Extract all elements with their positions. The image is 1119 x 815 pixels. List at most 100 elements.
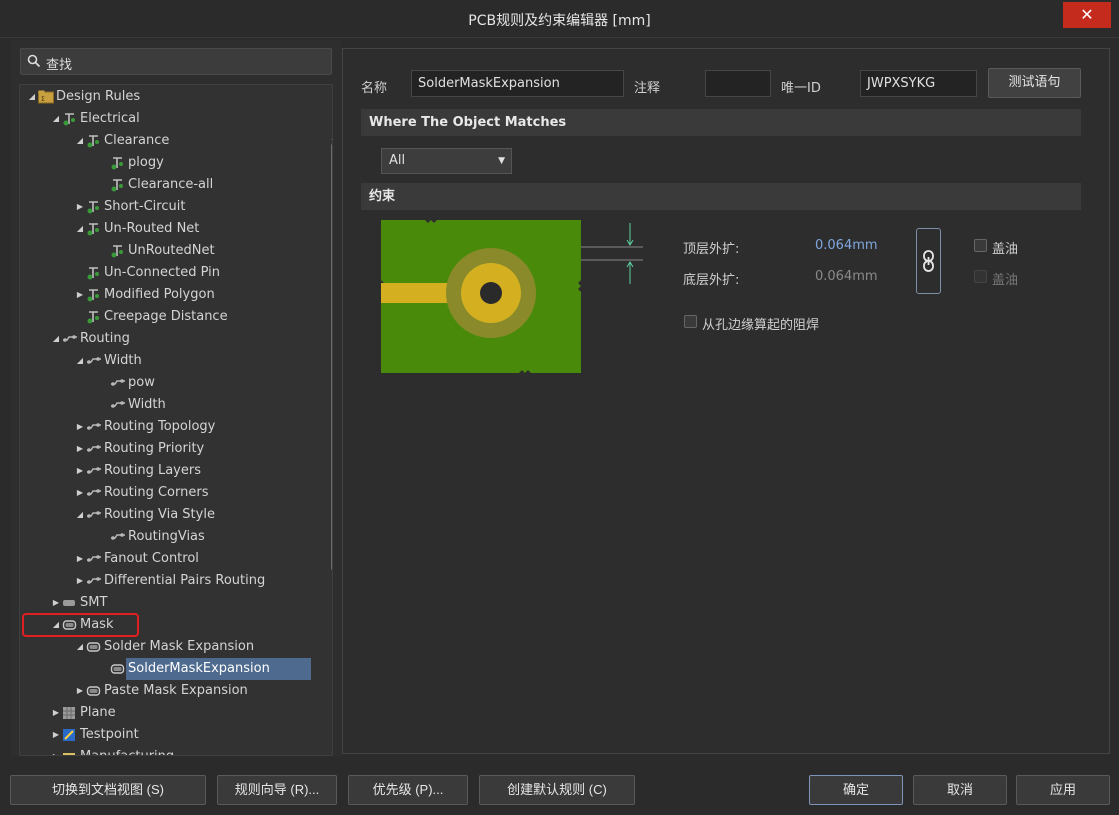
tree-item[interactable]: ▶ SMT [50,592,108,614]
tree-item[interactable]: ◢ Σ Design Rules [26,86,140,108]
tree-item[interactable]: ◢ Electrical [50,108,140,130]
collapse-arrow-icon[interactable]: ◢ [74,350,86,372]
tree-item[interactable]: SolderMaskExpansion [98,658,311,680]
tree-item[interactable]: ▶ Routing Topology [74,416,215,438]
top-expansion-value[interactable]: 0.064mm [815,238,878,253]
tree-item-label: Un-Routed Net [104,221,200,236]
ok-button[interactable]: 确定 [809,775,903,805]
rules-tree[interactable]: ▲ ▼ ◢ΣDesign Rules◢Electrical◢Clearancep… [19,84,333,756]
rule-wizard-button[interactable]: 规则向导 (R)... [217,775,337,805]
expand-arrow-icon[interactable]: ▶ [74,460,86,482]
collapse-arrow-icon[interactable]: ◢ [74,218,86,240]
collapse-arrow-icon[interactable]: ◢ [74,504,86,526]
tree-item[interactable]: plogy [98,152,164,174]
search-input[interactable]: 查找 [20,48,332,75]
bottom-expansion-value[interactable]: 0.064mm [815,269,878,284]
expand-arrow-icon[interactable]: ▶ [50,592,62,614]
tree-item[interactable]: Creepage Distance [74,306,228,328]
routing-rule-icon [86,570,104,592]
tree-item[interactable]: ◢ Solder Mask Expansion [74,636,254,658]
uid-field[interactable]: JWPXSYKG [860,70,977,97]
tree-item-label: Routing Corners [104,485,209,500]
tree-item[interactable]: ▶ Routing Layers [74,460,201,482]
chain-link-icon [923,250,934,272]
tent-bottom-checkbox[interactable] [974,270,987,283]
tree-item[interactable]: RoutingVias [98,526,205,548]
tree-item[interactable]: ▶ Differential Pairs Routing [74,570,265,592]
tree-item[interactable]: ◢ Width [74,350,142,372]
tree-item[interactable]: ▶ Testpoint [50,724,139,746]
expand-arrow-icon[interactable]: ▶ [74,570,86,592]
scroll-thumb[interactable] [331,143,332,571]
from-hole-edge-checkbox[interactable] [684,315,697,328]
expand-arrow-icon[interactable]: ▶ [74,416,86,438]
expand-arrow-icon[interactable]: ▶ [74,438,86,460]
expand-arrow-icon[interactable]: ▶ [74,284,86,306]
tree-item-label: Electrical [80,111,140,126]
where-dropdown[interactable]: All ▼ [381,148,512,174]
tree-item-label: Un-Connected Pin [104,265,220,280]
chevron-down-icon: ▼ [498,156,505,166]
tree-item[interactable]: ◢ Clearance [74,130,169,152]
tree-item[interactable]: ▶ Fanout Control [74,548,199,570]
routing-rule-icon [86,548,104,570]
tree-item-label: Differential Pairs Routing [104,573,266,588]
link-expansion-button[interactable] [916,228,941,294]
tree-item-label: Routing Topology [104,419,216,434]
expand-arrow-icon[interactable]: ▶ [50,702,62,724]
scroll-up-icon[interactable]: ▲ [330,133,332,141]
expand-arrow-icon[interactable]: ▶ [50,724,62,746]
create-default-rules-button[interactable]: 创建默认规则 (C) [479,775,635,805]
tent-top-checkbox[interactable] [974,239,987,252]
search-placeholder: 查找 [46,58,73,73]
tree-item[interactable]: ◢ Routing [50,328,130,350]
expand-arrow-icon[interactable]: ▶ [74,680,86,702]
expand-arrow-icon[interactable]: ▶ [74,548,86,570]
collapse-arrow-icon[interactable]: ◢ [26,86,38,108]
comment-field[interactable] [705,70,771,97]
test-query-button[interactable]: 测试语句 [988,68,1081,98]
plane-rule-icon [62,702,80,724]
tree-item[interactable]: ▶ Short-Circuit [74,196,186,218]
tree-item[interactable]: pow [98,372,155,394]
tree-item[interactable]: ▶ Plane [50,702,116,724]
tree-item[interactable]: Width [98,394,166,416]
tree-item[interactable]: ▶ Modified Polygon [74,284,215,306]
mask-rule-icon [86,636,104,658]
tree-item-label: Solder Mask Expansion [104,639,255,654]
priorities-button[interactable]: 优先级 (P)... [348,775,468,805]
electrical-rule-icon [86,130,104,152]
cancel-button[interactable]: 取消 [913,775,1007,805]
expand-arrow-icon[interactable]: ▶ [50,746,62,755]
tree-item[interactable]: UnRoutedNet [98,240,215,262]
collapse-arrow-icon[interactable]: ◢ [50,108,62,130]
collapse-arrow-icon[interactable]: ◢ [74,636,86,658]
mask-rule-icon [110,658,128,680]
tree-item[interactable]: ▶ Paste Mask Expansion [74,680,248,702]
tree-item[interactable]: ▶ Routing Priority [74,438,204,460]
collapse-arrow-icon[interactable]: ◢ [74,130,86,152]
collapse-arrow-icon[interactable]: ◢ [50,328,62,350]
tree-item[interactable]: ▶ Manufacturing [50,746,174,755]
tree-item[interactable]: Un-Connected Pin [74,262,220,284]
tree-item-label: UnRoutedNet [128,243,215,258]
smt-rule-icon [62,592,80,614]
expand-arrow-icon[interactable]: ▶ [74,196,86,218]
tree-item[interactable]: ◢ Routing Via Style [74,504,215,526]
testpoint-rule-icon [62,724,80,746]
apply-button[interactable]: 应用 [1016,775,1110,805]
close-button[interactable]: ✕ [1063,2,1111,28]
electrical-rule-icon [86,196,104,218]
name-field[interactable]: SolderMaskExpansion [411,70,624,97]
window-title: PCB规则及约束编辑器 [mm] [468,13,651,29]
document-view-button[interactable]: 切换到文档视图 (S) [10,775,206,805]
expand-arrow-icon[interactable]: ▶ [74,482,86,504]
tree-item-label: Testpoint [80,727,139,742]
tree-item[interactable]: ▶ Routing Corners [74,482,209,504]
tree-item[interactable]: ◢ Un-Routed Net [74,218,199,240]
electrical-rule-icon [110,174,128,196]
tree-scrollbar[interactable]: ▲ ▼ [330,133,332,755]
tree-item[interactable]: Clearance-all [98,174,213,196]
tree-item-label: Routing Priority [104,441,205,456]
tree-item-label: Modified Polygon [104,287,215,302]
